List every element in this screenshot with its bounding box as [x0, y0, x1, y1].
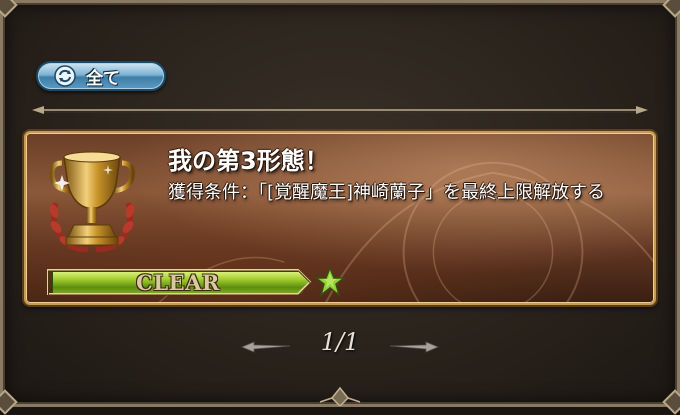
frame-corner-ornament — [662, 389, 680, 415]
filter-label: 全て — [86, 68, 120, 89]
refresh-icon — [54, 65, 76, 87]
progress-bar: CLEAR — [44, 267, 312, 297]
next-page-arrow-icon[interactable] — [388, 340, 440, 354]
section-divider — [32, 106, 648, 114]
filter-all-button[interactable]: 全て — [36, 61, 166, 91]
frame-bottom-ornament — [319, 386, 361, 406]
achievement-condition: 獲得条件：「[覚醒魔王]神崎蘭子」を最終上限解放する — [168, 182, 606, 203]
frame-corner-ornament — [0, 389, 18, 415]
trophy-icon — [49, 151, 135, 252]
pagination: 1/1 — [240, 328, 440, 364]
achievement-title: 我の第3形態！ — [168, 147, 329, 175]
frame-corner-ornament — [662, 0, 680, 18]
frame-corner-ornament — [0, 0, 18, 18]
achievement-card[interactable]: 我の第3形態！ 獲得条件：「[覚醒魔王]神崎蘭子」を最終上限解放する CLEAR — [24, 131, 656, 305]
star-icon — [315, 267, 345, 297]
clear-status-label: CLEAR — [136, 270, 220, 295]
